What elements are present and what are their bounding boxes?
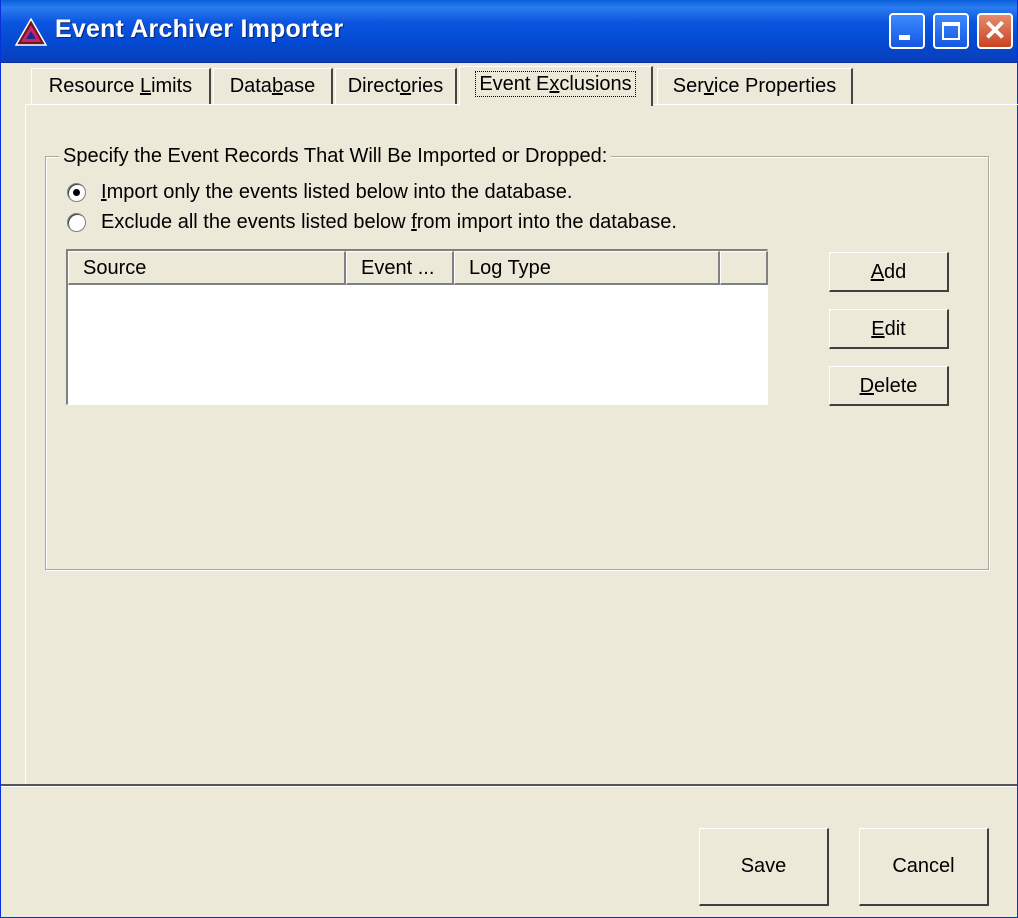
events-listview[interactable]: Source Event ... Log Type bbox=[66, 249, 768, 405]
window-title: Event Archiver Importer bbox=[55, 15, 344, 43]
radio-selected-dot bbox=[73, 189, 80, 196]
tab-label: Event Exclusions bbox=[475, 71, 636, 97]
tab-event-exclusions[interactable]: Event Exclusions bbox=[459, 66, 653, 106]
edit-button[interactable]: Edit bbox=[829, 309, 949, 349]
maximize-icon bbox=[942, 22, 960, 40]
import-only-label: Import only the events listed below into… bbox=[101, 181, 573, 203]
tab-label: Resource Limits bbox=[48, 75, 193, 97]
close-button[interactable]: ✕ bbox=[977, 13, 1013, 49]
app-logo-icon bbox=[15, 18, 47, 46]
add-button[interactable]: Add bbox=[829, 252, 949, 292]
import-only-radio[interactable] bbox=[67, 183, 86, 202]
close-icon: ✕ bbox=[983, 15, 1007, 46]
column-header-source[interactable]: Source bbox=[68, 251, 346, 285]
delete-button[interactable]: Delete bbox=[829, 366, 949, 406]
tab-database[interactable]: Database bbox=[213, 68, 333, 104]
column-header-blank[interactable] bbox=[720, 251, 768, 285]
column-header-log-type[interactable]: Log Type bbox=[454, 251, 720, 285]
maximize-button[interactable] bbox=[933, 13, 969, 49]
tab-service-properties[interactable]: Service Properties bbox=[657, 68, 853, 104]
listview-header: Source Event ... Log Type bbox=[68, 251, 768, 285]
footer-separator bbox=[1, 784, 1017, 787]
tab-resource-limits[interactable]: Resource Limits bbox=[31, 68, 211, 104]
tab-label: Database bbox=[229, 75, 316, 97]
minimize-icon bbox=[899, 35, 910, 40]
tab-label: Directories bbox=[347, 75, 444, 97]
cancel-button[interactable]: Cancel bbox=[859, 828, 989, 906]
exclude-label: Exclude all the events listed below from… bbox=[101, 211, 677, 233]
main-window: Event Archiver Importer ✕ Resource Limit… bbox=[0, 0, 1018, 918]
exclude-radio[interactable] bbox=[67, 213, 86, 232]
tab-directories[interactable]: Directories bbox=[335, 68, 457, 104]
title-bar[interactable]: Event Archiver Importer ✕ bbox=[1, 0, 1017, 63]
column-header-event[interactable]: Event ... bbox=[346, 251, 454, 285]
save-button[interactable]: Save bbox=[699, 828, 829, 906]
groupbox-label: Specify the Event Records That Will Be I… bbox=[59, 145, 612, 168]
tab-label: Service Properties bbox=[672, 75, 837, 97]
minimize-button[interactable] bbox=[889, 13, 925, 49]
